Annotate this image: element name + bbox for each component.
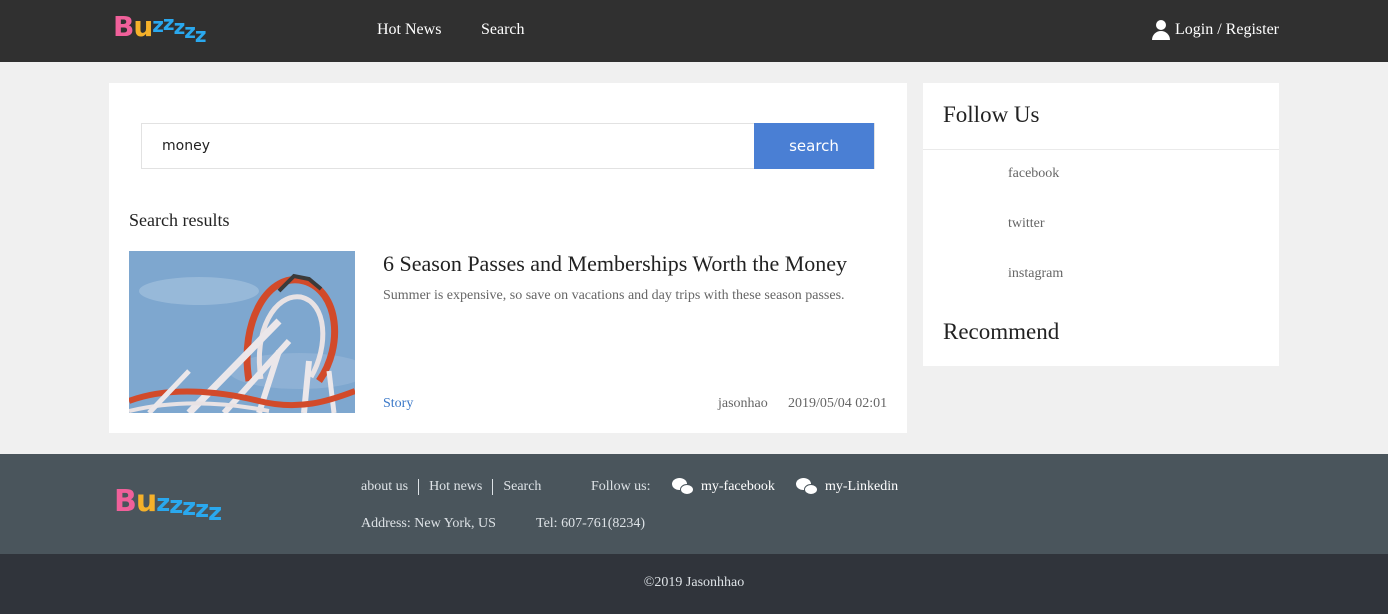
search-results-heading: Search results xyxy=(129,210,230,230)
logo-letter-z: z xyxy=(162,11,175,35)
footer-links: about us Hot news Search xyxy=(361,479,541,495)
login-register-link[interactable]: Login / Register xyxy=(1151,19,1279,41)
footer-link-hot-news[interactable]: Hot news xyxy=(429,479,482,495)
sidebar-link-twitter[interactable]: twitter xyxy=(1008,216,1045,232)
logo-letter-z: z xyxy=(208,498,222,526)
article-category-tag[interactable]: Story xyxy=(383,396,413,412)
footer-social-label: my-Linkedin xyxy=(825,479,899,494)
wechat-icon xyxy=(672,478,694,496)
logo-letter-z: z xyxy=(173,15,186,39)
logo-letter-z: z xyxy=(182,493,196,521)
logo-letter-z: z xyxy=(156,489,170,517)
recommend-title: Recommend xyxy=(943,319,1060,344)
article-title[interactable]: 6 Season Passes and Memberships Worth th… xyxy=(383,251,847,277)
top-navbar: Buzzzzz Hot News Search Login / Register xyxy=(0,0,1388,62)
footer-link-search[interactable]: Search xyxy=(503,479,541,495)
sidebar-link-instagram[interactable]: instagram xyxy=(1008,266,1063,282)
footer-link-separator xyxy=(418,479,420,495)
wechat-icon xyxy=(796,478,818,496)
logo-letter-b: B xyxy=(113,10,134,43)
sidebar-divider xyxy=(923,149,1279,150)
article-thumbnail[interactable] xyxy=(129,251,355,413)
logo-letter-z: z xyxy=(194,23,207,47)
footer: Buzzzzz about us Hot news Search Follow … xyxy=(0,454,1388,554)
site-logo[interactable]: Buzzzzz xyxy=(113,10,206,47)
footer-telephone: Tel: 607-761(8234) xyxy=(536,516,646,531)
footer-logo[interactable]: Buzzzzz xyxy=(114,484,222,526)
logo-letter-b: B xyxy=(114,484,137,519)
follow-us-title: Follow Us xyxy=(943,102,1040,127)
footer-social-label: my-facebook xyxy=(701,479,775,494)
footer-link-separator xyxy=(492,479,494,495)
sidebar-link-facebook[interactable]: facebook xyxy=(1008,166,1059,182)
search-button[interactable]: search xyxy=(754,123,874,169)
footer-link-about-us[interactable]: about us xyxy=(361,479,408,495)
user-icon xyxy=(1151,19,1171,41)
copyright-bar: ©2019 Jasonhhao xyxy=(0,554,1388,614)
search-input[interactable] xyxy=(142,124,754,168)
nav-hot-news[interactable]: Hot News xyxy=(377,21,441,39)
article-date: 2019/05/04 02:01 xyxy=(788,396,888,411)
roller-coaster-image xyxy=(129,251,355,413)
footer-follow-label: Follow us: xyxy=(591,479,651,494)
logo-letter-u: u xyxy=(135,484,157,519)
logo-letter-z: z xyxy=(195,495,209,523)
logo-letter-u: u xyxy=(133,10,153,43)
nav-search[interactable]: Search xyxy=(481,21,525,39)
logo-letter-z: z xyxy=(169,491,183,519)
search-results-panel: search Search results 6 Season Passes an… xyxy=(109,83,907,433)
logo-letter-z: z xyxy=(184,19,196,43)
article-author: jasonhao xyxy=(718,396,768,411)
copyright-text: ©2019 Jasonhhao xyxy=(643,575,745,590)
article-description: Summer is expensive, so save on vacation… xyxy=(383,288,845,303)
login-register-label: Login / Register xyxy=(1175,21,1279,38)
footer-link-my-linkedin[interactable]: my-Linkedin xyxy=(796,478,898,496)
sidebar-panel: Follow Us facebook twitter instagram Rec… xyxy=(923,83,1279,366)
footer-link-my-facebook[interactable]: my-facebook xyxy=(672,478,775,496)
footer-address: Address: New York, US xyxy=(361,516,496,531)
logo-letter-z: z xyxy=(152,13,164,37)
search-bar: search xyxy=(141,123,875,169)
